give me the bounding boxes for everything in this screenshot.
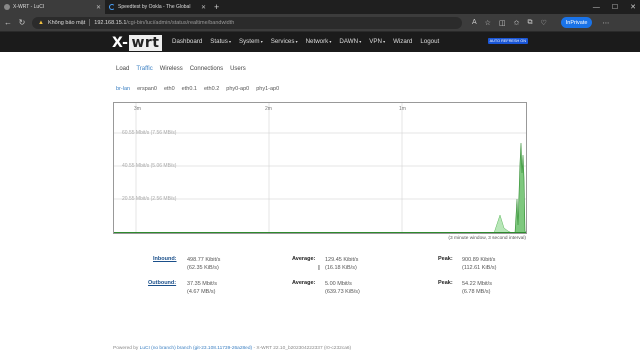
menu-logout[interactable]: Logout	[420, 38, 439, 45]
browser-tab-speedtest[interactable]: Speedtest by Ookla - The Global ✕	[105, 0, 210, 14]
tab-wireless[interactable]: Wireless	[160, 66, 183, 72]
outbound-peak: 54.22 Mbit/s	[462, 281, 492, 287]
inbound-average-label: Average:	[292, 256, 316, 262]
security-label[interactable]: Không bảo mật	[48, 20, 85, 26]
url-input[interactable]: ▲ Không bảo mật 192.168.15.1/cgi-bin/luc…	[32, 16, 462, 29]
bandwidth-graph: 3m 2m 1m 60.55 Mbit/s (7.56 MB/s) 40.55 …	[113, 102, 527, 234]
back-icon[interactable]: ←	[4, 18, 12, 27]
divider	[89, 19, 91, 26]
favorites-icon[interactable]: ✩	[514, 19, 520, 27]
tab-users[interactable]: Users	[230, 66, 246, 72]
brand-logo[interactable]: X-wrt	[112, 35, 162, 51]
menu-system[interactable]: System	[239, 38, 263, 45]
outbound-average: 5.00 Mbit/s	[325, 281, 352, 287]
tab-load[interactable]: Load	[116, 66, 129, 72]
scale-label: 20.55 Mbit/s (2.56 MB/s)	[122, 196, 177, 202]
brand-wrt: wrt	[129, 35, 162, 51]
inbound-average: 129.45 Kibit/s	[325, 257, 359, 263]
tab-title: X-WRT - LuCI	[13, 4, 45, 10]
minimize-icon[interactable]: —	[593, 4, 600, 11]
inbound-current: 498.77 Kibit/s	[187, 257, 221, 263]
luci-header: X-wrt Dashboard Status System Services N…	[0, 32, 640, 52]
graph-caption: (3 minute window, 3 second interval)	[448, 236, 526, 241]
more-menu-icon[interactable]: ⋯	[602, 19, 609, 27]
menu-dashboard[interactable]: Dashboard	[172, 38, 202, 45]
inbound-peak-label: Peak:	[438, 256, 453, 262]
tab-br-lan[interactable]: br-lan	[116, 86, 130, 92]
footer-prefix: Powered by	[113, 346, 140, 351]
url-text: 192.168.15.1/cgi-bin/luci/admin/status/r…	[94, 20, 234, 26]
time-label-3m: 3m	[134, 106, 141, 112]
outbound-average-bytes: (639.73 KiB/s)	[325, 289, 360, 295]
menu-network[interactable]: Network	[306, 38, 332, 45]
auto-refresh-badge[interactable]: AUTO REFRESH ON	[487, 38, 528, 44]
outbound-label: Outbound:	[148, 280, 177, 286]
favicon-icon	[4, 4, 10, 10]
browser-tabstrip: X-WRT - LuCI ✕ Speedtest by Ookla - The …	[0, 0, 640, 14]
window-controls: — ☐ ✕	[593, 0, 636, 14]
text-cursor-icon: I	[318, 265, 320, 272]
inbound-peak-bytes: (112.61 KiB/s)	[462, 265, 497, 271]
url-host: 192.168.15.1	[94, 19, 127, 26]
brand-x: X-	[112, 35, 129, 51]
url-path: /cgi-bin/luci/admin/status/realtime/band…	[126, 19, 235, 26]
outbound-peak-label: Peak:	[438, 280, 453, 286]
tab-phy1-ap0[interactable]: phy1-ap0	[256, 86, 279, 92]
loading-icon	[109, 4, 115, 10]
outbound-current: 37.35 Mbit/s	[187, 281, 217, 287]
time-label-1m: 1m	[399, 106, 406, 112]
menu-services[interactable]: Services	[271, 38, 298, 45]
scale-label: 60.55 Mbit/s (7.56 MB/s)	[122, 130, 177, 136]
inbound-average-bytes: (16.18 KiB/s)	[325, 265, 357, 271]
tab-traffic[interactable]: Traffic	[136, 66, 152, 72]
outbound-current-bytes: (4.67 MB/s)	[187, 289, 216, 295]
warning-icon: ▲	[38, 19, 44, 26]
outbound-traffic-area	[514, 142, 526, 233]
inbound-peak: 900.89 Kibit/s	[462, 257, 496, 263]
footer: Powered by LuCI (no branch) branch (git-…	[113, 346, 351, 351]
browser-tab-luci[interactable]: X-WRT - LuCI ✕	[0, 0, 105, 14]
interface-tabs: br-lan erspan0 eth0 eth0.1 eth0.2 phy0-a…	[116, 86, 279, 92]
outbound-peak-bytes: (6.78 MB/s)	[462, 289, 491, 295]
tab-connections[interactable]: Connections	[190, 66, 223, 72]
reload-icon[interactable]: ↻	[18, 18, 26, 27]
scale-label: 40.55 Mbit/s (5.06 MB/s)	[122, 163, 177, 169]
menu-vpn[interactable]: VPN	[369, 38, 385, 45]
tab-phy0-ap0[interactable]: phy0-ap0	[226, 86, 249, 92]
tab-title: Speedtest by Ookla - The Global	[118, 4, 191, 10]
address-bar-row: ← ↻ ▲ Không bảo mật 192.168.15.1/cgi-bin…	[0, 14, 640, 32]
inbound-traffic-area	[493, 214, 513, 233]
tab-erspan0[interactable]: erspan0	[137, 86, 157, 92]
inbound-current-bytes: (62.35 KiB/s)	[187, 265, 219, 271]
collections-icon[interactable]: ⧉	[527, 19, 532, 27]
maximize-icon[interactable]: ☐	[612, 3, 618, 11]
outbound-average-label: Average:	[292, 280, 316, 286]
luci-link[interactable]: LuCI (no branch) branch (git-23.108.1173…	[140, 346, 252, 351]
extension-icon[interactable]: ♡	[540, 19, 546, 27]
tab-eth0-2[interactable]: eth0.2	[204, 86, 219, 92]
menu-status[interactable]: Status	[210, 38, 231, 45]
inprivate-button[interactable]: InPrivate	[560, 17, 593, 28]
close-window-icon[interactable]: ✕	[630, 3, 636, 11]
menu-wizard[interactable]: Wizard	[393, 38, 412, 45]
split-screen-icon[interactable]: ◫	[499, 19, 506, 27]
main-menu: Dashboard Status System Services Network…	[172, 38, 439, 45]
realtime-tabs: Load Traffic Wireless Connections Users	[116, 66, 246, 72]
inbound-label: Inbound:	[153, 256, 177, 262]
favorite-star-icon[interactable]: ☆	[485, 19, 491, 27]
time-label-2m: 2m	[265, 106, 272, 112]
inprivate-label: InPrivate	[565, 19, 588, 26]
read-aloud-icon[interactable]: A	[472, 19, 477, 27]
footer-suffix: - X-WRT 22.10_b202304222337 (r0-c232ca6)	[252, 346, 352, 351]
close-tab-icon[interactable]: ✕	[96, 4, 101, 11]
new-tab-button[interactable]: +	[210, 2, 223, 12]
menu-dawn[interactable]: DAWN	[339, 38, 361, 45]
close-tab-icon[interactable]: ✕	[201, 4, 206, 11]
tab-eth0-1[interactable]: eth0.1	[182, 86, 197, 92]
tab-eth0[interactable]: eth0	[164, 86, 175, 92]
bandwidth-graph-svg: 3m 2m 1m 60.55 Mbit/s (7.56 MB/s) 40.55 …	[114, 103, 526, 233]
